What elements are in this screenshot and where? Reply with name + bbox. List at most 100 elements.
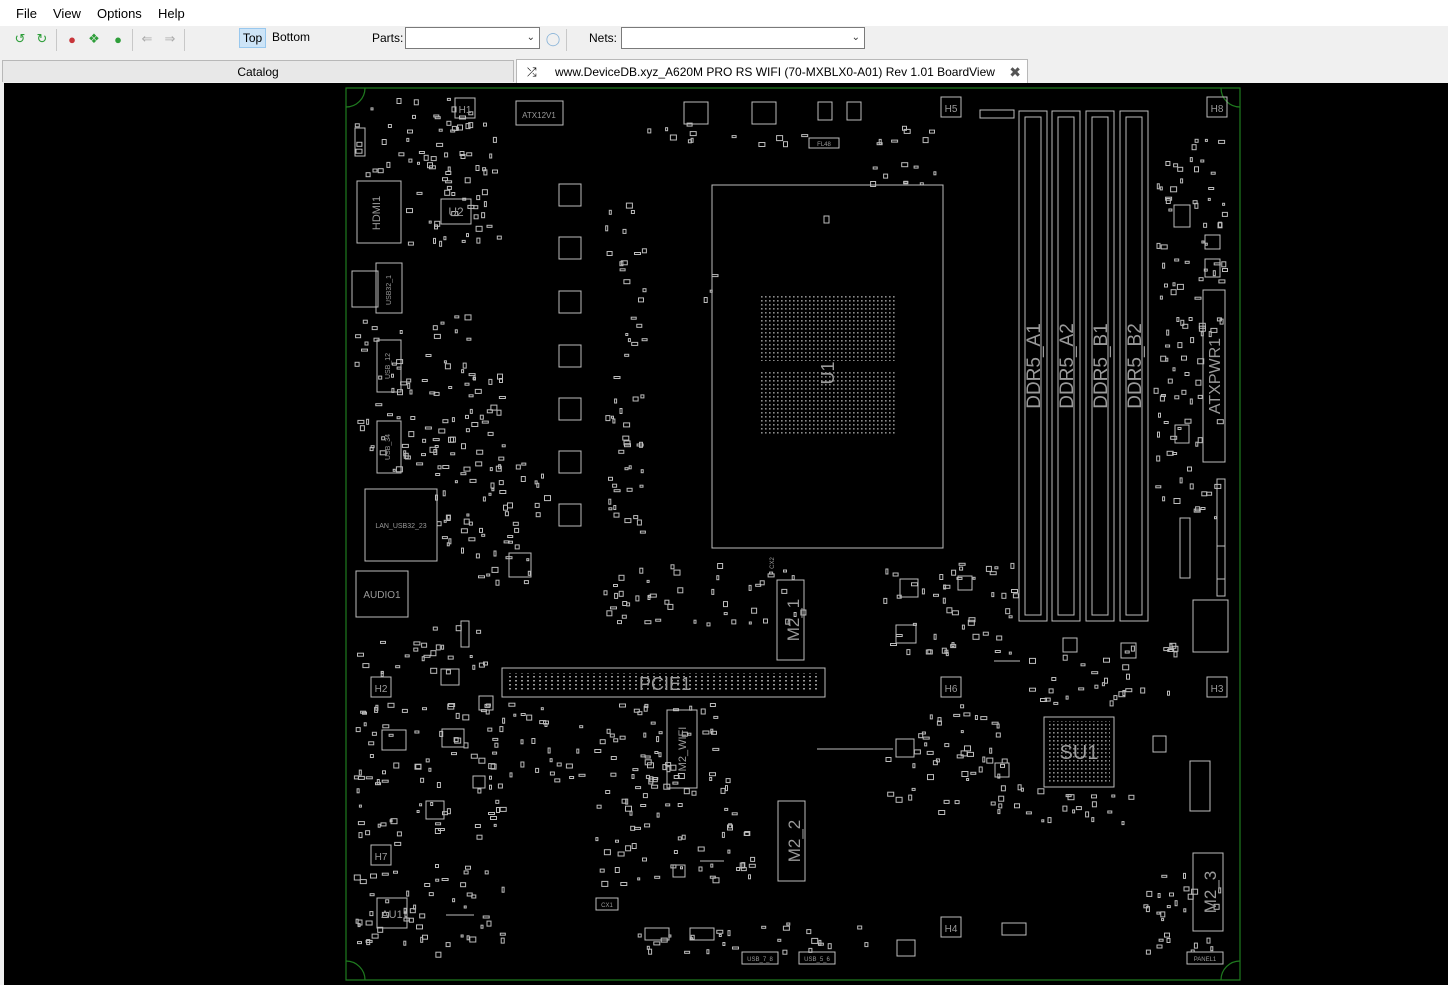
- smd-component: [482, 496, 486, 502]
- board-canvas[interactable]: U1 U2 SU1 PCIE1 M2_1 M2_2 M2_3 M2_WIFI D…: [4, 83, 1448, 985]
- smd-component: [683, 788, 690, 795]
- menu-help[interactable]: Help: [158, 6, 185, 21]
- smd-component: [953, 713, 961, 717]
- smd-component: [396, 359, 404, 365]
- smd-component: [1204, 138, 1208, 142]
- zoom-in-icon[interactable]: ●: [110, 31, 126, 47]
- smd-component: [782, 925, 790, 931]
- smd-component: [713, 715, 719, 719]
- smd-component: [354, 361, 360, 367]
- smd-component: [672, 781, 679, 785]
- smd-component: [475, 225, 483, 232]
- smd-component: [640, 469, 644, 474]
- tab-boardview[interactable]: ⤮ www.DeviceDB.xyz_A620M PRO RS WIFI (70…: [516, 59, 1028, 83]
- smd-component: [890, 643, 897, 646]
- forward-arrow-icon[interactable]: ⇒: [162, 31, 178, 47]
- smd-component: [466, 513, 470, 517]
- smd-component: [576, 748, 580, 754]
- smd-component: [942, 597, 946, 604]
- smd-component: [1157, 893, 1161, 898]
- smd-component: [435, 644, 441, 651]
- smd-component: [1197, 394, 1203, 399]
- smd-component: [502, 717, 506, 724]
- lightbulb-icon[interactable]: ◯: [545, 31, 561, 47]
- smd-component: [864, 942, 869, 948]
- smd-component: [424, 883, 431, 887]
- smd-component: [1201, 240, 1205, 244]
- zoom-fit-icon[interactable]: ❖: [86, 31, 102, 47]
- smd-component: [622, 228, 627, 234]
- back-arrow-icon[interactable]: ⇐: [139, 31, 155, 47]
- smd-component: [1037, 788, 1045, 795]
- smd-component: [1195, 379, 1202, 386]
- smd-component: [654, 875, 661, 879]
- parts-dropdown[interactable]: ⌄: [405, 27, 540, 49]
- smd-component: [443, 236, 447, 241]
- smd-component: [465, 865, 471, 870]
- smd-component: [412, 114, 416, 119]
- label-fl48: FL48: [817, 142, 831, 148]
- smd-component: [381, 872, 389, 876]
- smd-component: [466, 935, 470, 941]
- smd-component: [605, 225, 609, 232]
- smd-component: [481, 189, 488, 196]
- board-view[interactable]: U1 U2 SU1 PCIE1 M2_1 M2_2 M2_3 M2_WIFI D…: [4, 83, 1448, 985]
- smd-component: [454, 329, 458, 334]
- smd-component: [358, 832, 363, 839]
- usb-aux-connector[interactable]: [351, 270, 379, 308]
- smd-component: [1174, 395, 1180, 400]
- close-icon[interactable]: ✖: [1009, 60, 1021, 84]
- label-pcie1: PCIE1: [639, 674, 691, 694]
- smd-component: [1140, 687, 1146, 694]
- smd-component: [667, 603, 674, 610]
- smd-component: [883, 597, 888, 604]
- smd-component: [521, 462, 527, 466]
- menu-file[interactable]: File: [16, 6, 37, 21]
- smd-component: [488, 812, 495, 815]
- smd-component: [393, 762, 400, 769]
- smd-component: [972, 576, 976, 580]
- label-h1: H1: [459, 105, 472, 116]
- smd-component: [425, 758, 430, 763]
- nets-dropdown[interactable]: ⌄: [621, 27, 865, 49]
- top-side-button[interactable]: Top: [239, 28, 266, 48]
- menu-options[interactable]: Options: [97, 6, 142, 21]
- smd-component: [697, 846, 705, 852]
- toolbar-separator: [132, 29, 133, 51]
- smd-component: [1126, 673, 1130, 680]
- smd-component: [387, 413, 393, 417]
- smd-component: [709, 777, 713, 781]
- smd-component: [418, 151, 425, 154]
- zoom-out-icon[interactable]: ●: [64, 31, 80, 47]
- smd-component: [549, 771, 555, 776]
- smd-component: [1200, 331, 1204, 337]
- smd-component: [421, 656, 425, 662]
- smd-component: [723, 601, 728, 608]
- smd-component: [422, 707, 427, 711]
- tab-catalog[interactable]: Catalog: [2, 60, 514, 82]
- smd-component: [407, 382, 411, 389]
- smd-component: [359, 425, 365, 432]
- rotate-left-icon[interactable]: ↺: [12, 31, 28, 47]
- menu-view[interactable]: View: [53, 6, 81, 21]
- smd-component: [614, 592, 619, 599]
- smd-component: [446, 185, 452, 190]
- smd-component: [703, 297, 708, 303]
- smd-component: [488, 378, 493, 385]
- smd-component: [994, 566, 999, 570]
- smd-component: [477, 788, 482, 794]
- smd-component: [689, 131, 697, 137]
- bottom-side-button[interactable]: Bottom: [272, 30, 310, 44]
- smd-component: [480, 709, 487, 713]
- smd-component: [447, 166, 451, 172]
- smd-component: [401, 708, 408, 713]
- smd-component: [1113, 695, 1118, 701]
- rotate-right-icon[interactable]: ↻: [34, 31, 50, 47]
- smd-component: [1122, 664, 1130, 671]
- smd-component: [413, 99, 419, 106]
- smd-component: [951, 610, 959, 616]
- smd-component: [656, 812, 660, 818]
- smd-component: [393, 870, 398, 874]
- smd-component: [618, 574, 625, 581]
- smd-component: [933, 171, 937, 176]
